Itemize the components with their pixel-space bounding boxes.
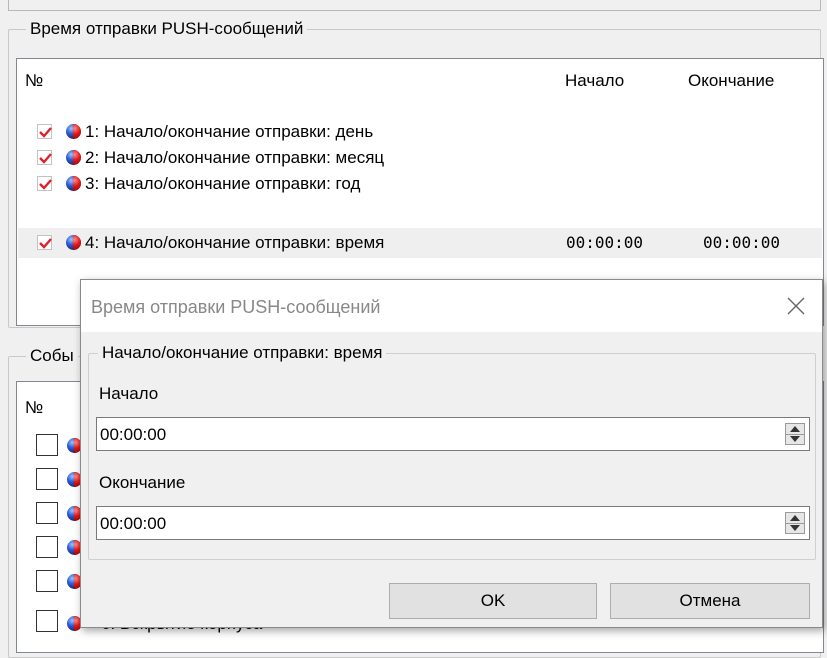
arrow-up-icon: [790, 426, 800, 432]
column-header-number[interactable]: №: [25, 398, 43, 418]
row-label: 1: Начало/окончание отправки: день: [85, 122, 374, 141]
list-item[interactable]: 3: Начало/окончание отправки: год: [18, 171, 822, 197]
start-label: Начало: [99, 384, 159, 403]
spin-down-button[interactable]: [786, 523, 804, 533]
arrow-up-icon: [790, 515, 800, 521]
checkmark-icon: [39, 238, 52, 249]
dialog-group-title: Начало/окончание отправки: время: [98, 343, 387, 363]
list-item[interactable]: 2: Начало/окончание отправки: месяц: [18, 145, 822, 171]
row-checkbox[interactable]: [36, 434, 58, 456]
row-start-time: 00:00:00: [566, 233, 644, 252]
dialog-titlebar[interactable]: Время отправки PUSH-сообщений: [81, 280, 822, 332]
list-item-selected[interactable]: 4: Начало/окончание отправки: время 00:0…: [18, 228, 822, 258]
status-ball-icon: [66, 176, 81, 191]
arrow-down-icon: [790, 436, 800, 442]
row-label: 4: Начало/окончание отправки: время: [85, 233, 385, 252]
push-time-group-title: Время отправки PUSH-сообщений: [26, 19, 308, 39]
ok-button[interactable]: OK: [389, 583, 597, 619]
checkmark-icon: [39, 179, 52, 190]
dialog-title: Время отправки PUSH-сообщений: [91, 297, 381, 317]
row-checkbox[interactable]: [36, 536, 58, 558]
start-time-field[interactable]: 00:00:00: [96, 417, 810, 451]
end-label: Окончание: [99, 473, 186, 492]
end-time-spinner[interactable]: [785, 512, 805, 534]
row-checkbox[interactable]: [36, 610, 58, 632]
start-time-value: 00:00:00: [100, 425, 167, 444]
row-checkbox[interactable]: [37, 176, 52, 191]
checkmark-icon: [39, 153, 52, 164]
cancel-button[interactable]: Отмена: [610, 583, 810, 619]
arrow-down-icon: [790, 525, 800, 531]
status-ball-icon: [66, 124, 81, 139]
row-checkbox[interactable]: [37, 150, 52, 165]
row-label: 2: Начало/окончание отправки: месяц: [85, 148, 385, 167]
close-icon: [787, 297, 805, 315]
row-checkbox[interactable]: [36, 468, 58, 490]
end-time-value: 00:00:00: [100, 514, 167, 533]
row-checkbox[interactable]: [36, 502, 58, 524]
end-time-field[interactable]: 00:00:00: [96, 506, 810, 540]
start-time-spinner[interactable]: [785, 423, 805, 445]
column-header-start[interactable]: Начало: [565, 71, 624, 91]
status-ball-icon: [66, 150, 81, 165]
list-item[interactable]: 1: Начало/окончание отправки: день: [18, 119, 822, 145]
column-header-end[interactable]: Окончание: [688, 71, 774, 91]
row-checkbox[interactable]: [37, 124, 52, 139]
status-ball-icon: [66, 235, 81, 250]
events-group-title: Собы: [26, 346, 78, 366]
row-checkbox[interactable]: [36, 570, 58, 592]
column-header-number[interactable]: №: [25, 71, 43, 91]
row-end-time: 00:00:00: [703, 233, 781, 252]
row-label: 3: Начало/окончание отправки: год: [85, 174, 361, 193]
close-button[interactable]: [786, 296, 806, 316]
dialog-button-bar: OK Отмена: [81, 570, 822, 627]
checkmark-icon: [39, 127, 52, 138]
push-time-dialog: Время отправки PUSH-сообщений Начало/око…: [80, 279, 823, 628]
spin-down-button[interactable]: [786, 434, 804, 444]
row-checkbox[interactable]: [37, 235, 52, 250]
top-panel-edge: [8, 0, 821, 11]
